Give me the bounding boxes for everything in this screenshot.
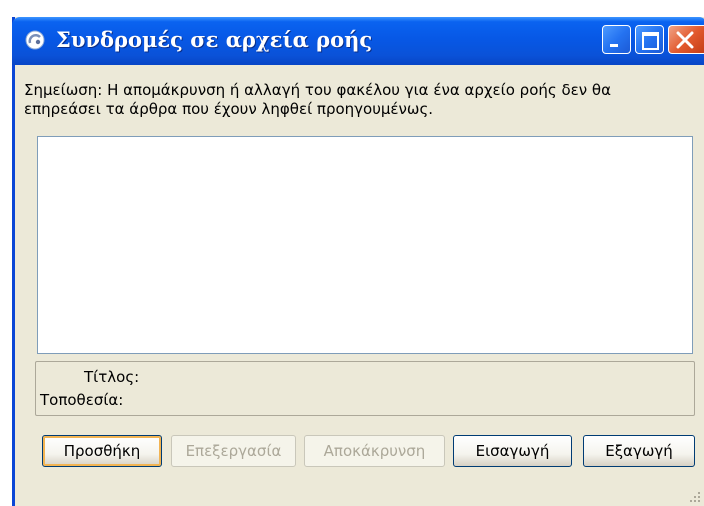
import-button[interactable]: Εισαγωγή (453, 435, 572, 467)
feed-location-label: Τοποθεσία: (40, 391, 124, 409)
window-title: Συνδρομές σε αρχεία ροής (56, 27, 373, 52)
feed-details-panel: Τίτλος: Τοποθεσία: (35, 361, 695, 416)
add-button[interactable]: Προσθήκη (42, 435, 162, 467)
feed-subscriptions-window: Συνδρομές σε αρχεία ροής Σημείωση: Η απο… (12, 17, 704, 506)
remove-button[interactable]: Αποκάκρυνση (304, 435, 445, 467)
title-bar[interactable]: Συνδρομές σε αρχεία ροής (12, 17, 704, 65)
close-button[interactable] (668, 25, 704, 54)
note-text: Σημείωση: Η απομάκρυνση ή αλλαγή του φακ… (24, 81, 611, 118)
maximize-button[interactable] (635, 25, 664, 54)
feed-title-label: Τίτλος: (84, 368, 140, 386)
feeds-list[interactable] (37, 136, 693, 354)
close-icon (676, 31, 694, 49)
edit-button[interactable]: Επεξεργασία (171, 435, 296, 467)
feed-icon (25, 30, 45, 50)
export-button[interactable]: Εξαγωγή (583, 435, 695, 467)
resize-grip[interactable] (688, 490, 702, 504)
minimize-button[interactable] (602, 25, 631, 54)
